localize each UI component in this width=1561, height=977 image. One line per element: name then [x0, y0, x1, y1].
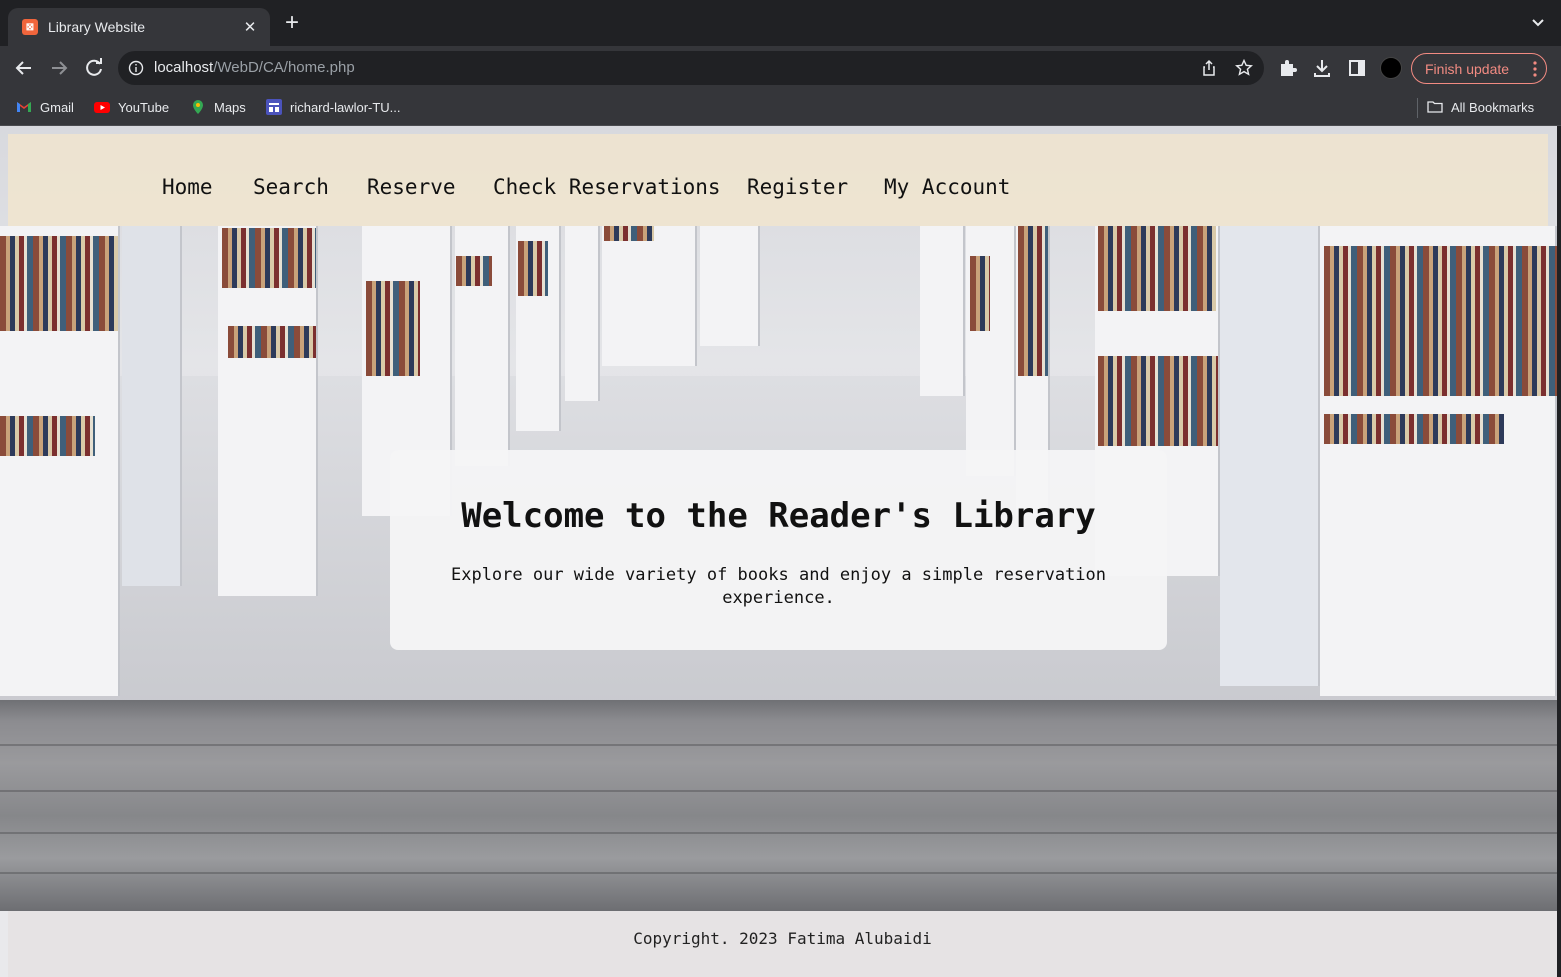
- bookmark-gmail[interactable]: Gmail: [16, 99, 74, 115]
- chevron-down-icon[interactable]: [1529, 14, 1547, 32]
- back-icon[interactable]: [12, 56, 36, 80]
- new-tab-icon[interactable]: +: [280, 11, 304, 36]
- profile-avatar[interactable]: [1380, 57, 1402, 79]
- nav-check-reservations[interactable]: Check Reservations: [493, 175, 721, 199]
- extensions-icon[interactable]: [1278, 58, 1298, 78]
- bookmark-maps[interactable]: Maps: [190, 99, 246, 115]
- bookshelf: [700, 226, 760, 346]
- bookshelf: [122, 226, 182, 586]
- bookmarks-bar: Gmail YouTube Maps richard-lawlor-TU... …: [0, 90, 1561, 126]
- bookmark-label: Gmail: [40, 99, 74, 115]
- tab-close-icon[interactable]: ✕: [240, 18, 260, 36]
- all-bookmarks-label: All Bookmarks: [1451, 99, 1535, 115]
- star-icon[interactable]: [1235, 59, 1253, 77]
- books: [604, 226, 654, 241]
- nav-register[interactable]: Register: [747, 175, 848, 199]
- youtube-icon: [94, 102, 110, 113]
- stair-edge: [0, 744, 1557, 746]
- nav-my-account[interactable]: My Account: [884, 175, 1010, 199]
- stair-edge: [0, 872, 1557, 874]
- books: [1324, 246, 1557, 396]
- bookshelf: [920, 226, 965, 396]
- forward-icon[interactable]: [47, 56, 71, 80]
- tab-title: Library Website: [48, 19, 146, 35]
- books: [1324, 414, 1504, 444]
- stair-edge: [0, 832, 1557, 834]
- bookshelf: [1220, 226, 1320, 686]
- gmail-icon: [17, 102, 31, 112]
- finish-update-button[interactable]: Finish update: [1411, 53, 1547, 84]
- browser-tab[interactable]: ⊠ Library Website ✕: [8, 8, 270, 46]
- browser-toolbar: localhost/WebD/CA/home.php Finish update: [0, 46, 1561, 90]
- teams-icon: [266, 99, 282, 115]
- welcome-subtitle: Explore our wide variety of books and en…: [450, 565, 1107, 608]
- url-host: localhost: [154, 59, 214, 76]
- books: [518, 241, 548, 296]
- stairs: [0, 700, 1557, 911]
- bookmark-label: YouTube: [118, 99, 170, 115]
- books: [228, 326, 316, 358]
- books: [1098, 356, 1218, 446]
- address-bar[interactable]: localhost/WebD/CA/home.php: [118, 51, 1264, 85]
- kebab-icon[interactable]: [1532, 60, 1538, 78]
- bookshelf: [602, 226, 697, 366]
- window-edge: [1557, 126, 1561, 977]
- bookmark-richard-lawlor[interactable]: richard-lawlor-TU...: [266, 99, 401, 115]
- maps-pin-icon: [193, 100, 203, 114]
- url-text[interactable]: localhost/WebD/CA/home.php: [154, 59, 355, 76]
- info-icon[interactable]: [128, 60, 144, 76]
- nav-reserve[interactable]: Reserve: [367, 175, 456, 199]
- copyright-text: Copyright. 2023 Fatima Alubaidi: [633, 929, 932, 948]
- bookmark-youtube[interactable]: YouTube: [94, 99, 169, 115]
- bookmark-label: Maps: [214, 99, 246, 115]
- url-path: /WebD/CA/home.php: [213, 59, 355, 76]
- stair-edge: [0, 790, 1557, 792]
- books: [0, 416, 95, 456]
- nav-home[interactable]: Home: [162, 175, 213, 199]
- books: [456, 256, 492, 286]
- main-navbar: Home Search Reserve Check Reservations R…: [8, 134, 1548, 226]
- books: [970, 256, 990, 331]
- nav-search[interactable]: Search: [253, 175, 329, 199]
- sidepanel-icon[interactable]: [1347, 58, 1367, 78]
- reload-icon[interactable]: [82, 56, 106, 80]
- welcome-title: Welcome to the Reader's Library: [461, 496, 1096, 536]
- bookshelf: [565, 226, 600, 401]
- share-icon[interactable]: [1200, 59, 1218, 77]
- books: [222, 228, 316, 288]
- books: [366, 281, 420, 376]
- books: [1098, 226, 1216, 311]
- finish-update-label: Finish update: [1425, 60, 1510, 77]
- all-bookmarks-button[interactable]: All Bookmarks: [1427, 99, 1534, 115]
- bookmarks-divider: [1417, 98, 1418, 118]
- tab-strip: ⊠ Library Website ✕ +: [0, 0, 1561, 46]
- download-icon[interactable]: [1312, 58, 1332, 78]
- bookmark-label: richard-lawlor-TU...: [290, 99, 401, 115]
- site-favicon-icon: ⊠: [22, 19, 38, 35]
- page-footer: Copyright. 2023 Fatima Alubaidi: [8, 911, 1557, 977]
- welcome-card: Welcome to the Reader's Library Explore …: [390, 450, 1167, 650]
- page-viewport: Home Search Reserve Check Reservations R…: [0, 126, 1557, 977]
- books: [1018, 226, 1048, 376]
- books: [0, 236, 118, 331]
- folder-icon: [1427, 101, 1443, 113]
